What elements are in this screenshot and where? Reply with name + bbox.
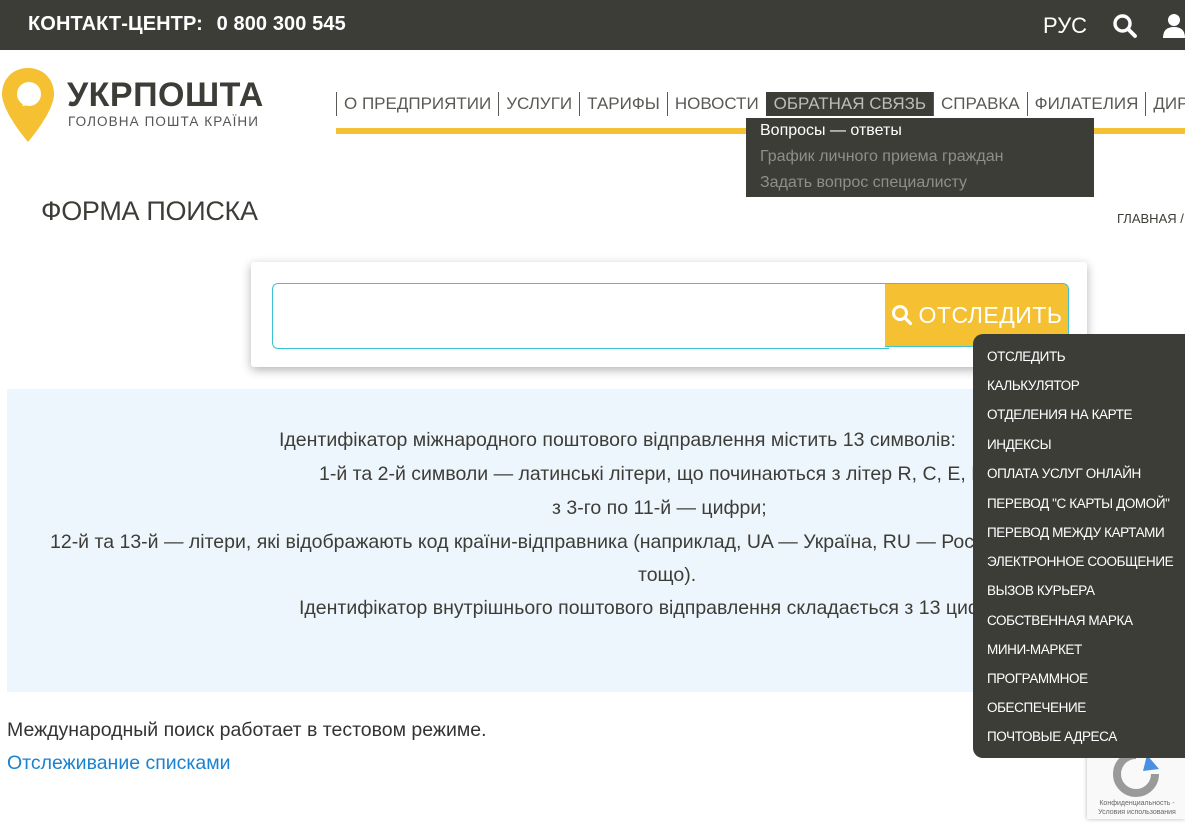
info-line: Ідентифікатор міжнародного поштового від… bbox=[279, 429, 956, 451]
search-icon bbox=[891, 305, 912, 326]
info-line: Ідентифікатор внутрішнього поштового від… bbox=[299, 597, 1001, 619]
side-item-offices-map[interactable]: ОТДЕЛЕНИЯ НА КАРТЕ bbox=[987, 407, 1132, 422]
info-line: 1-й та 2-й символи — латинські літери, щ… bbox=[319, 463, 983, 485]
side-item-postal-addresses[interactable]: ПОЧТОВЫЕ АДРЕСА bbox=[987, 729, 1117, 744]
tracking-number-input[interactable] bbox=[272, 283, 889, 349]
dropdown-item-faq[interactable]: Вопросы — ответы bbox=[760, 122, 902, 140]
map-pin-icon[interactable] bbox=[0, 66, 56, 144]
info-line: з 3-го по 11-й — цифри; bbox=[552, 497, 767, 519]
side-menu: ОТСЛЕДИТЬ КАЛЬКУЛЯТОР ОТДЕЛЕНИЯ НА КАРТЕ… bbox=[973, 334, 1185, 758]
dropdown-item-ask[interactable]: Задать вопрос специалисту bbox=[760, 174, 967, 192]
side-item-card-transfer[interactable]: ПЕРЕВОД МЕЖДУ КАРТАМИ bbox=[987, 525, 1165, 540]
track-button-label: ОТСЛЕДИТЬ bbox=[918, 301, 1063, 328]
nav-item-help[interactable]: СПРАВКА bbox=[933, 92, 1027, 116]
contact-label: КОНТАКТ-ЦЕНТР: bbox=[28, 13, 203, 35]
side-item-online-payment[interactable]: ОПЛАТА УСЛУГ ОНЛАЙН bbox=[987, 466, 1141, 481]
dropdown-item-schedule[interactable]: График личного приема граждан bbox=[760, 148, 1003, 166]
info-line: 12-й та 13-й — літери, які відображають … bbox=[50, 531, 999, 553]
nav-item-philately[interactable]: ФИЛАТЕЛИЯ bbox=[1026, 92, 1146, 116]
info-line: тощо). bbox=[638, 564, 697, 586]
side-item-mini-market[interactable]: МИНИ-МАРКЕТ bbox=[987, 642, 1082, 657]
logo-title[interactable]: УКРПОШТА bbox=[67, 76, 264, 115]
search-icon[interactable] bbox=[1112, 13, 1138, 39]
nav-item-feedback[interactable]: ОБРАТНАЯ СВЯЗЬ bbox=[765, 92, 934, 116]
side-item-e-message[interactable]: ЭЛЕКТРОННОЕ СООБЩЕНИЕ bbox=[987, 554, 1174, 569]
feedback-dropdown: Вопросы — ответы График личного приема г… bbox=[746, 118, 1094, 197]
nav-item-tariffs[interactable]: ТАРИФЫ bbox=[579, 92, 667, 116]
side-item-software-2[interactable]: ОБЕСПЕЧЕНИЕ bbox=[987, 700, 1086, 715]
side-item-calculator[interactable]: КАЛЬКУЛЯТОР bbox=[987, 378, 1080, 393]
nav-item-news[interactable]: НОВОСТИ bbox=[666, 92, 766, 116]
language-switch[interactable]: РУС bbox=[1043, 13, 1087, 39]
side-item-card-home-transfer[interactable]: ПЕРЕВОД "С КАРТЫ ДОМОЙ" bbox=[987, 496, 1170, 511]
contact-phone[interactable]: 0 800 300 545 bbox=[217, 13, 346, 35]
breadcrumb[interactable]: ГЛАВНАЯ / bbox=[1117, 211, 1184, 226]
recaptcha-text[interactable]: Конфиденциальность - Условия использован… bbox=[1091, 799, 1183, 817]
list-tracking-link[interactable]: Отслеживание списками bbox=[7, 752, 231, 775]
international-search-note: Международный поиск работает в тестовом … bbox=[7, 719, 487, 741]
side-item-own-stamp[interactable]: СОБСТВЕННАЯ МАРКА bbox=[987, 613, 1133, 628]
nav-item-directorate[interactable]: ДИРЕКЦ bbox=[1145, 92, 1185, 116]
nav-item-services[interactable]: УСЛУГИ bbox=[498, 92, 579, 116]
side-item-indexes[interactable]: ИНДЕКСЫ bbox=[987, 437, 1052, 452]
user-icon[interactable] bbox=[1161, 13, 1185, 39]
main-nav: О ПРЕДПРИЯТИИ УСЛУГИ ТАРИФЫ НОВОСТИ ОБРА… bbox=[336, 92, 1185, 116]
side-item-courier[interactable]: ВЫЗОВ КУРЬЕРА bbox=[987, 583, 1095, 598]
nav-item-about[interactable]: О ПРЕДПРИЯТИИ bbox=[336, 92, 498, 116]
contact-center: КОНТАКТ-ЦЕНТР: 0 800 300 545 bbox=[28, 13, 346, 36]
side-item-track[interactable]: ОТСЛЕДИТЬ bbox=[987, 349, 1066, 364]
side-item-software[interactable]: ПРОГРАММНОЕ bbox=[987, 671, 1088, 686]
logo-subtitle: ГОЛОВНА ПОШТА КРАЇНИ bbox=[68, 114, 260, 129]
page-title: ФОРМА ПОИСКА bbox=[41, 196, 258, 226]
top-bar: КОНТАКТ-ЦЕНТР: 0 800 300 545 РУС bbox=[0, 0, 1185, 50]
